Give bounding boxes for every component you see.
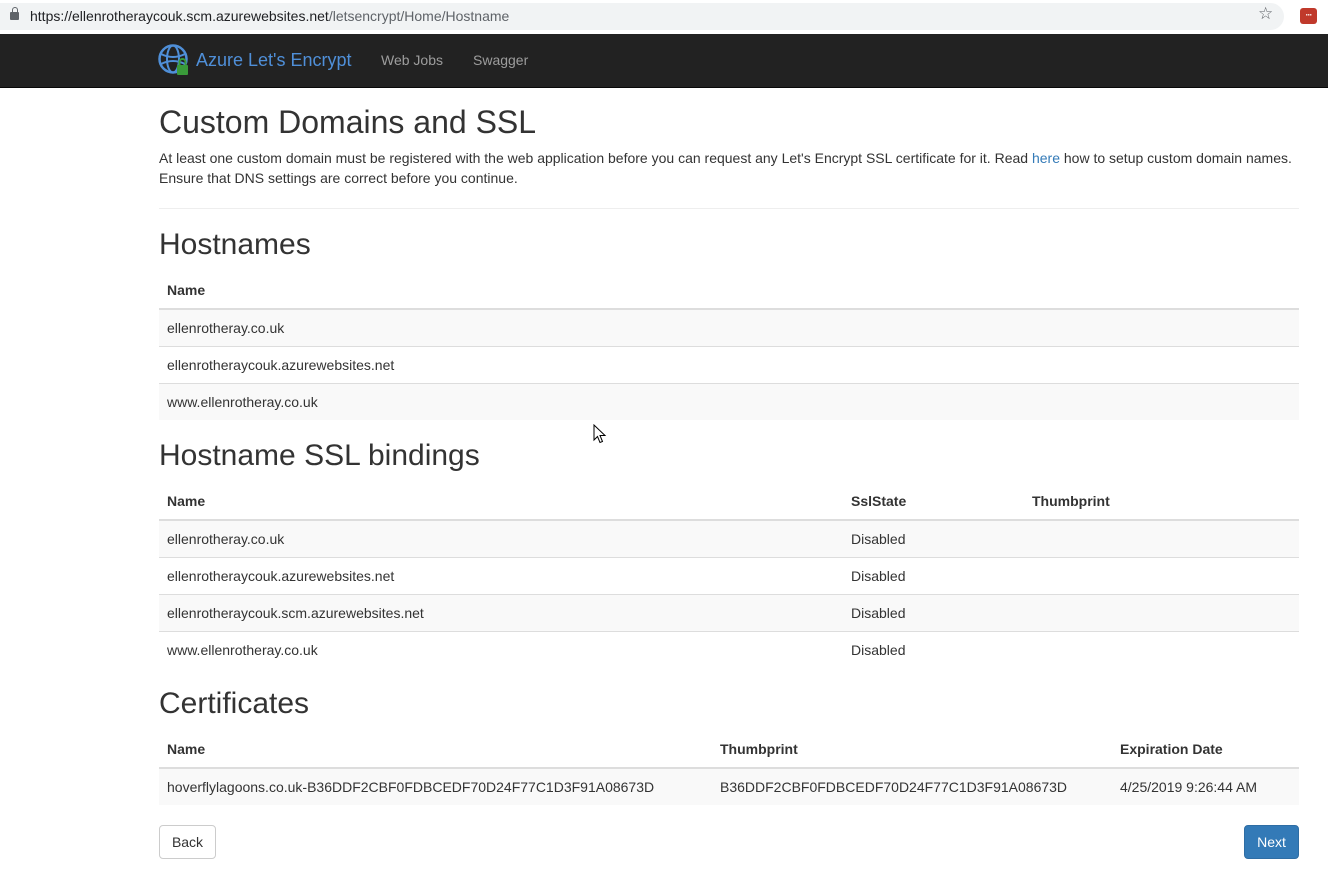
table-row: ellenrotheraycouk.azurewebsites.net Disa… <box>159 556 1299 594</box>
column-header: Thumbprint <box>1024 482 1299 521</box>
column-header: Name <box>159 271 1299 310</box>
divider <box>159 208 1299 209</box>
globe-lock-logo-icon[interactable] <box>158 44 191 77</box>
table-row: ellenrotheraycouk.scm.azurewebsites.net … <box>159 593 1299 631</box>
table-row: ellenrotheray.co.uk <box>159 308 1299 346</box>
certificates-table: Name Thumbprint Expiration Date hoverfly… <box>159 730 1299 805</box>
hostnames-heading: Hostnames <box>159 228 311 261</box>
column-header: Name <box>159 730 712 769</box>
nav-swagger[interactable]: Swagger <box>473 52 528 69</box>
certificates-heading: Certificates <box>159 687 310 720</box>
certificate-thumbprint-cell: B36DDF2CBF0FDBCEDF70D24F77C1D3F91A08673D <box>712 767 1112 805</box>
nav-web-jobs[interactable]: Web Jobs <box>381 52 443 69</box>
url-host: https://ellenrotheraycouk.scm.azurewebsi… <box>30 8 329 24</box>
intro-text-start: At least one custom domain must be regis… <box>159 150 1032 166</box>
table-row: hoverflylagoons.co.uk-B36DDF2CBF0FDBCEDF… <box>159 767 1299 805</box>
table-header-row: Name Thumbprint Expiration Date <box>159 730 1299 769</box>
binding-name-cell: www.ellenrotheray.co.uk <box>159 630 843 668</box>
back-button[interactable]: Back <box>159 825 216 859</box>
table-header-row: Name SslState Thumbprint <box>159 482 1299 521</box>
thumbprint-cell <box>1024 630 1299 668</box>
bindings-heading: Hostname SSL bindings <box>159 439 480 472</box>
binding-name-cell: ellenrotheraycouk.scm.azurewebsites.net <box>159 593 843 631</box>
column-header: Name <box>159 482 843 521</box>
binding-name-cell: ellenrotheraycouk.azurewebsites.net <box>159 556 843 594</box>
table-header-row: Name <box>159 271 1299 310</box>
hostname-cell: ellenrotheraycouk.azurewebsites.net <box>159 345 1299 383</box>
hostname-cell: www.ellenrotheray.co.uk <box>159 382 1299 420</box>
thumbprint-cell <box>1024 519 1299 557</box>
hostname-cell: ellenrotheray.co.uk <box>159 308 1299 346</box>
ssl-state-cell: Disabled <box>843 593 1024 631</box>
binding-name-cell: ellenrotheray.co.uk <box>159 519 843 557</box>
bindings-table: Name SslState Thumbprint ellenrotheray.c… <box>159 482 1299 668</box>
page-title: Custom Domains and SSL <box>159 104 537 140</box>
table-row: ellenrotheraycouk.azurewebsites.net <box>159 345 1299 383</box>
extension-icon[interactable]: ··· <box>1300 8 1317 24</box>
next-button[interactable]: Next <box>1244 825 1299 859</box>
certificate-name-cell: hoverflylagoons.co.uk-B36DDF2CBF0FDBCEDF… <box>159 767 712 805</box>
thumbprint-cell <box>1024 556 1299 594</box>
lock-icon[interactable] <box>10 7 19 20</box>
ssl-state-cell: Disabled <box>843 519 1024 557</box>
url-field[interactable]: https://ellenrotheraycouk.scm.azurewebsi… <box>0 3 1284 30</box>
brand-link[interactable]: Azure Let's Encrypt <box>196 50 352 70</box>
table-row: ellenrotheray.co.uk Disabled <box>159 519 1299 557</box>
mouse-cursor-icon <box>593 424 607 444</box>
navbar: Azure Let's Encrypt Web Jobs Swagger <box>0 34 1328 88</box>
browser-address-bar: https://ellenrotheraycouk.scm.azurewebsi… <box>0 0 1328 34</box>
hostnames-table: Name ellenrotheray.co.uk ellenrotherayco… <box>159 271 1299 420</box>
ssl-state-cell: Disabled <box>843 556 1024 594</box>
ssl-state-cell: Disabled <box>843 630 1024 668</box>
url-text[interactable]: https://ellenrotheraycouk.scm.azurewebsi… <box>30 8 509 25</box>
star-icon[interactable]: ☆ <box>1258 4 1273 24</box>
column-header: Expiration Date <box>1112 730 1299 769</box>
expiration-date-cell: 4/25/2019 9:26:44 AM <box>1112 767 1299 805</box>
intro-text: At least one custom domain must be regis… <box>159 148 1299 188</box>
url-path: /letsencrypt/Home/Hostname <box>328 8 510 24</box>
custom-domain-help-link[interactable]: here <box>1032 150 1060 166</box>
column-header: Thumbprint <box>712 730 1112 769</box>
column-header: SslState <box>843 482 1024 521</box>
table-row: www.ellenrotheray.co.uk Disabled <box>159 630 1299 668</box>
thumbprint-cell <box>1024 593 1299 631</box>
table-row: www.ellenrotheray.co.uk <box>159 382 1299 420</box>
